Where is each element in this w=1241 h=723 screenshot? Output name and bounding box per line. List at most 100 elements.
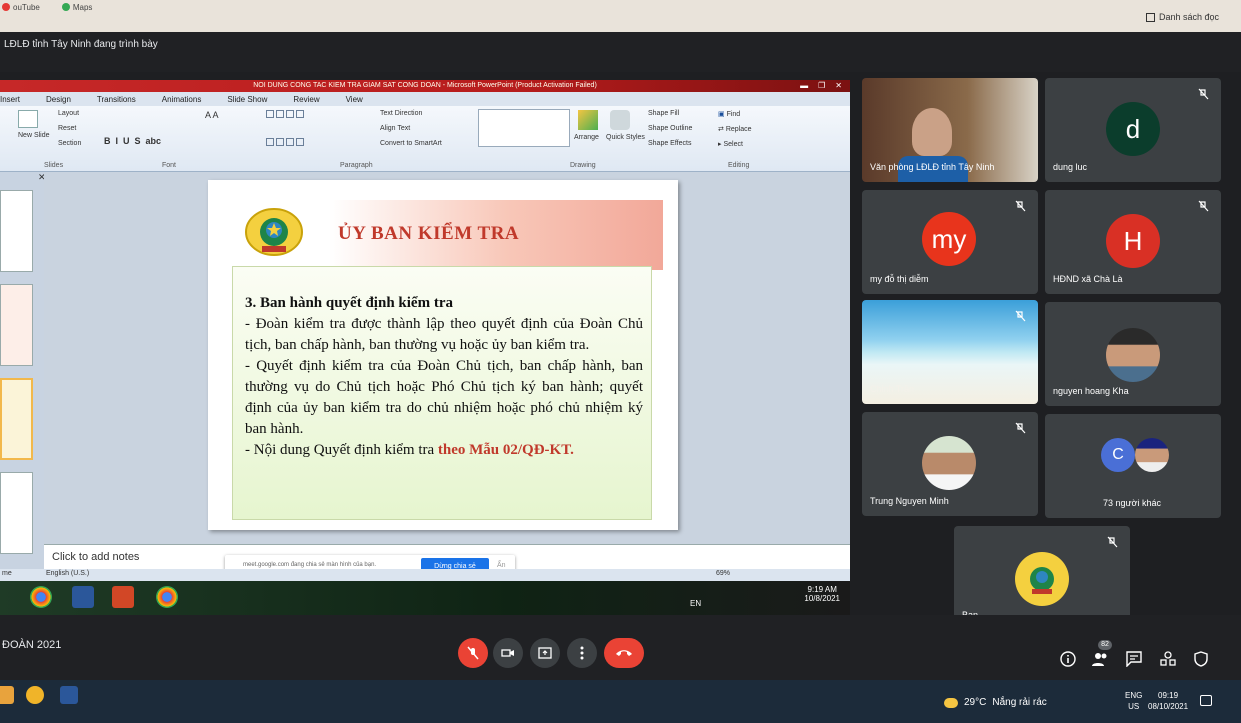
bookmark-youtube[interactable]: ouTube <box>2 3 40 12</box>
mic-off-icon <box>1107 536 1118 548</box>
participant-tile[interactable]: nguyen hoang Kha <box>1045 302 1221 406</box>
participant-name: Chinh Trần <box>870 384 915 394</box>
bookmark-maps[interactable]: Maps <box>61 3 92 12</box>
new-slide-icon[interactable] <box>18 110 38 128</box>
participant-tile[interactable]: Trung Nguyen Minh <box>862 412 1038 516</box>
app-icon[interactable] <box>0 686 14 704</box>
participant-video <box>912 108 952 156</box>
people-count-badge: 82 <box>1098 640 1112 650</box>
info-icon[interactable] <box>1060 651 1076 667</box>
thumbnail-slide[interactable] <box>0 190 33 272</box>
present-screen-icon <box>538 647 552 659</box>
text-direction-button[interactable]: Text Direction <box>380 110 422 117</box>
group-paragraph: Paragraph <box>340 162 373 169</box>
align-icons[interactable] <box>266 138 304 146</box>
weather-widget[interactable]: 29°C Nắng rải rác <box>944 697 1047 708</box>
app-icon[interactable] <box>26 686 44 704</box>
tab-animations[interactable]: Animations <box>162 95 202 104</box>
convert-smartart-button[interactable]: Convert to SmartArt <box>380 140 442 147</box>
chrome-icon[interactable] <box>30 586 52 608</box>
layout-button[interactable]: Layout <box>58 110 79 117</box>
system-clock[interactable]: 09:19 08/10/2021 <box>1148 690 1188 712</box>
tab-insert[interactable]: Insert <box>0 95 20 104</box>
minimize-icon[interactable]: ▬ <box>800 80 808 92</box>
shapes-gallery[interactable] <box>478 109 570 147</box>
meet-controls-bar: ĐOÀN 2021 <box>0 615 1241 680</box>
mic-toggle-button[interactable] <box>458 638 488 668</box>
thumbnail-slide-selected[interactable] <box>0 378 33 460</box>
powerpoint-icon[interactable] <box>112 586 134 608</box>
quick-styles-button[interactable]: Quick Styles <box>606 134 645 141</box>
word-icon[interactable] <box>72 586 94 608</box>
notes-placeholder: Click to add notes <box>52 551 140 563</box>
slide-body: 3. Ban hành quyết định kiểm tra - Đoàn k… <box>232 266 652 520</box>
activities-icon[interactable] <box>1160 651 1176 667</box>
participant-tile[interactable]: Chinh Trần <box>862 300 1038 404</box>
participant-tile[interactable]: Văn phòng LĐLĐ tỉnh Tây Ninh <box>862 78 1038 182</box>
participant-tile[interactable]: d dung luc <box>1045 78 1221 182</box>
present-button[interactable] <box>530 638 560 668</box>
new-slide-button[interactable]: New Slide <box>18 132 50 139</box>
shape-outline-button[interactable]: Shape Outline <box>648 125 692 132</box>
more-options-button[interactable] <box>567 638 597 668</box>
ppt-status-bar: me English (U.S.) 69% <box>0 569 850 581</box>
select-button[interactable]: ▸ Select <box>718 140 743 148</box>
windows-taskbar <box>0 680 1241 723</box>
reset-button[interactable]: Reset <box>58 125 76 132</box>
restore-icon[interactable]: ❐ <box>818 80 825 92</box>
status-language[interactable]: English (U.S.) <box>46 570 89 577</box>
thumbnail-slide[interactable] <box>0 284 33 366</box>
close-icon[interactable]: ✕ <box>835 80 842 92</box>
participant-tile[interactable]: C 73 người khác <box>1045 414 1221 518</box>
end-call-button[interactable] <box>604 638 644 668</box>
align-text-button[interactable]: Align Text <box>380 125 410 132</box>
tab-review[interactable]: Review <box>293 95 319 104</box>
tab-slide-show[interactable]: Slide Show <box>227 95 267 104</box>
tab-view[interactable]: View <box>346 95 363 104</box>
replace-icon: ⇄ <box>718 126 726 133</box>
mic-off-icon <box>1198 88 1209 100</box>
participant-tile[interactable]: my my đỗ thị diễm <box>862 190 1038 294</box>
thumbnail-slide[interactable] <box>0 472 33 554</box>
meeting-name: ĐOÀN 2021 <box>2 639 62 651</box>
reading-list-button[interactable]: Danh sách đọc <box>1145 12 1219 22</box>
list-icons[interactable] <box>266 110 304 118</box>
tab-transitions[interactable]: Transitions <box>97 95 136 104</box>
slide-paragraph-2: - Quyết định kiểm tra của Đoàn Chủ tịch,… <box>245 358 643 437</box>
quick-styles-icon[interactable] <box>610 110 630 130</box>
avatar: C <box>1101 438 1135 472</box>
avatar: d <box>1106 102 1160 156</box>
group-font: Font <box>162 162 177 169</box>
font-style-buttons[interactable]: B I U S abc <box>104 136 161 146</box>
avatar: H <box>1106 214 1160 268</box>
camera-toggle-button[interactable] <box>493 638 523 668</box>
find-button[interactable]: ▣ Find <box>718 110 740 118</box>
browser-top-bar: ouTube Maps Danh sách đọc <box>0 0 1241 32</box>
union-logo-icon <box>1015 552 1069 606</box>
shape-effects-button[interactable]: Shape Effects <box>648 140 691 147</box>
shape-fill-button[interactable]: Shape Fill <box>648 110 679 117</box>
input-language[interactable]: ENG US <box>1125 690 1142 712</box>
chat-icon[interactable] <box>1126 651 1142 667</box>
notification-icon[interactable] <box>1200 695 1212 706</box>
participant-tile[interactable]: H HĐND xã Chà Là <box>1045 190 1221 294</box>
font-size-buttons[interactable]: A A <box>205 110 219 120</box>
current-slide[interactable]: ỦY BAN KIỂM TRA 3. Ban hành quyết định k… <box>208 180 678 530</box>
host-controls-icon[interactable] <box>1193 651 1209 667</box>
remote-clock: 9:19 AM 10/8/2021 <box>804 585 840 603</box>
group-slides: Slides <box>44 162 64 169</box>
tab-design[interactable]: Design <box>46 95 71 104</box>
hide-button[interactable]: Ẩn <box>497 562 506 569</box>
section-button[interactable]: Section <box>58 140 81 147</box>
slide-paragraph-1: - Đoàn kiểm tra được thành lập theo quyế… <box>245 316 643 353</box>
chrome-icon[interactable] <box>156 586 178 608</box>
bookmarks-bar: ouTube Maps <box>0 0 92 14</box>
arrange-icon[interactable] <box>578 110 598 130</box>
word-icon[interactable] <box>60 686 78 704</box>
meet-header: LĐLĐ tỉnh Tây Ninh đang trình bày <box>0 32 1241 72</box>
replace-button[interactable]: ⇄ Replace <box>718 125 752 133</box>
people-icon[interactable] <box>1092 651 1108 667</box>
zoom-level[interactable]: 69% <box>716 570 730 577</box>
participant-name: HĐND xã Chà Là <box>1053 274 1123 284</box>
arrange-button[interactable]: Arrange <box>574 134 599 141</box>
